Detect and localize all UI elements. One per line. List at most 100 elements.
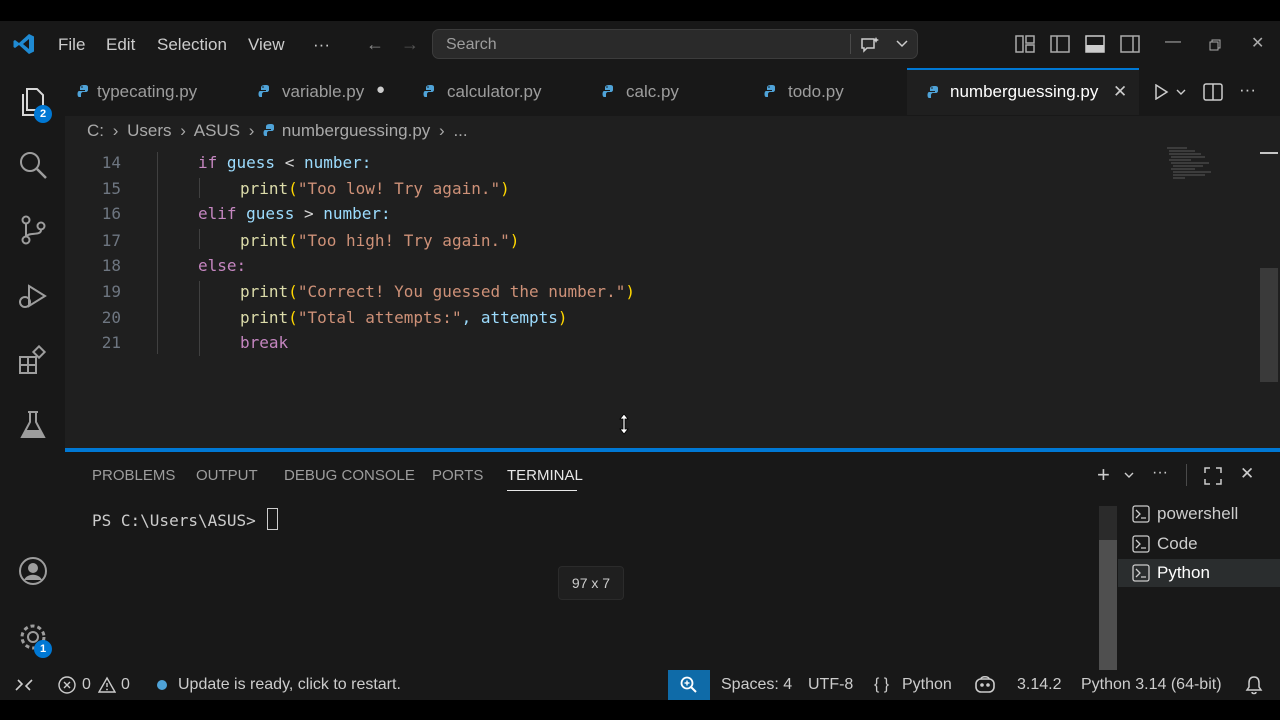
error-count[interactable]: 0 [82,676,91,694]
tab-todo[interactable]: todo.py [749,68,899,115]
terminal-item-code[interactable]: Code [1118,530,1280,558]
search-box[interactable]: Search [432,29,918,59]
search-divider [850,34,851,54]
close-tab-icon[interactable]: ✕ [1113,82,1127,102]
tab-label: calc.py [626,82,679,101]
warning-count[interactable]: 0 [121,676,130,694]
indentation-status[interactable]: Spaces: 4 [721,676,792,694]
copilot-icon[interactable] [974,675,996,695]
back-arrow-icon[interactable]: ← [366,34,384,55]
remote-indicator-icon[interactable] [14,676,34,694]
testing-icon[interactable] [17,409,49,441]
tab-calc[interactable]: calc.py [587,68,737,115]
code-text: number: [294,153,372,172]
tab-output[interactable]: OUTPUT [196,467,258,484]
code-line-21: break [240,333,288,352]
keyword: break [240,333,289,352]
zoom-indicator[interactable] [668,670,710,700]
forward-arrow-icon[interactable]: → [401,34,419,55]
panel-more-icon[interactable]: ··· [1152,464,1168,482]
tab-problems[interactable]: PROBLEMS [92,467,175,484]
tab-calculator[interactable]: calculator.py [408,68,578,115]
breadcrumb-drive[interactable]: C: [87,121,104,140]
terminal-item-label: Python [1157,563,1210,582]
restore-icon[interactable] [1209,39,1221,51]
chevron-down-icon[interactable] [896,40,908,48]
editor-tabs: typecating.py variable.py ● calculator.p… [65,68,1280,116]
menu-selection[interactable]: Selection [157,35,227,55]
line-number: 17 [101,231,121,250]
run-debug-icon[interactable] [17,280,49,312]
close-window-icon[interactable]: ✕ [1251,33,1264,53]
keyword: else [198,256,237,275]
source-control-icon[interactable] [17,214,49,246]
run-chevron-down-icon[interactable] [1176,89,1186,96]
maximize-panel-icon[interactable] [1204,467,1222,485]
customize-layout-icon[interactable] [1015,35,1035,53]
line-number: 19 [101,282,121,301]
warning-icon[interactable] [98,676,116,694]
menu-file[interactable]: File [58,35,85,55]
code-text: , attempts [461,308,558,327]
copilot-chat-icon[interactable] [860,36,880,53]
toggle-panel-icon[interactable] [1085,35,1105,53]
breadcrumb-symbol[interactable]: ... [453,121,467,140]
tab-terminal[interactable]: TERMINAL [507,467,583,484]
operator: > [303,204,314,223]
account-icon[interactable] [17,555,49,587]
python-interpreter[interactable]: Python 3.14 (64-bit) [1081,676,1222,694]
breadcrumb-separator: › [112,121,119,140]
encoding-status[interactable]: UTF-8 [808,676,853,694]
more-actions-icon[interactable]: ··· [1239,80,1256,100]
notifications-bell-icon[interactable] [1245,675,1263,695]
tab-numberguessing[interactable]: numberguessing.py ✕ [907,68,1139,115]
terminal-chevron-down-icon[interactable] [1124,472,1134,479]
line-number: 16 [101,204,121,223]
new-terminal-icon[interactable]: + [1097,462,1110,488]
operator: < [284,153,295,172]
terminal-item-powershell[interactable]: powershell [1118,500,1280,528]
menu-edit[interactable]: Edit [106,35,135,55]
minimap[interactable] [1165,146,1215,186]
code-editor[interactable]: C: › Users › ASUS › numberguessing.py › … [65,116,1280,450]
keyword: if [198,153,218,172]
vscode-logo-icon[interactable] [12,32,36,56]
terminal-item-python[interactable]: Python [1118,559,1280,587]
python-version[interactable]: 3.14.2 [1017,676,1061,694]
tab-ports[interactable]: PORTS [432,467,483,484]
toggle-primary-sidebar-icon[interactable] [1050,35,1070,53]
extensions-icon[interactable] [17,345,49,377]
python-file-icon [77,85,88,97]
menu-view[interactable]: View [248,35,285,55]
minimize-icon[interactable]: — [1165,33,1181,51]
tab-variable[interactable]: variable.py ● [243,68,403,115]
run-python-icon[interactable] [1153,84,1169,100]
python-file-icon [423,85,434,97]
python-file-icon [258,85,269,97]
code-line-19: print("Correct! You guessed the number."… [240,282,635,301]
screen-bottom-border [0,700,1280,720]
search-icon[interactable] [17,149,49,181]
unsaved-dot-icon[interactable]: ● [376,81,385,98]
line-number: 15 [101,179,121,198]
terminal-list-scrollbar[interactable] [1099,540,1117,670]
breadcrumb-user[interactable]: ASUS [194,121,240,140]
split-editor-icon[interactable] [1203,83,1223,101]
toggle-secondary-sidebar-icon[interactable] [1120,35,1140,53]
terminal-size-tooltip: 97 x 7 [558,566,624,600]
tab-debug-console[interactable]: DEBUG CONSOLE [284,467,415,484]
close-panel-icon[interactable]: ✕ [1240,464,1254,484]
error-icon[interactable] [58,676,76,694]
editor-scrollbar[interactable] [1260,268,1278,382]
terminal-output[interactable]: PS C:\Users\ASUS> [92,508,279,530]
breadcrumb-file[interactable]: numberguessing.py [282,121,430,140]
breadcrumb-users[interactable]: Users [127,121,171,140]
language-braces-icon[interactable]: { } [874,676,889,694]
tab-typecating[interactable]: typecating.py [65,68,239,115]
menu-more[interactable]: ··· [313,35,330,55]
update-notification[interactable]: Update is ready, click to restart. [178,676,401,694]
code-text: guess [217,153,285,172]
language-mode[interactable]: Python [902,676,952,694]
indent-guide [199,178,200,198]
settings-badge: 1 [34,640,52,658]
